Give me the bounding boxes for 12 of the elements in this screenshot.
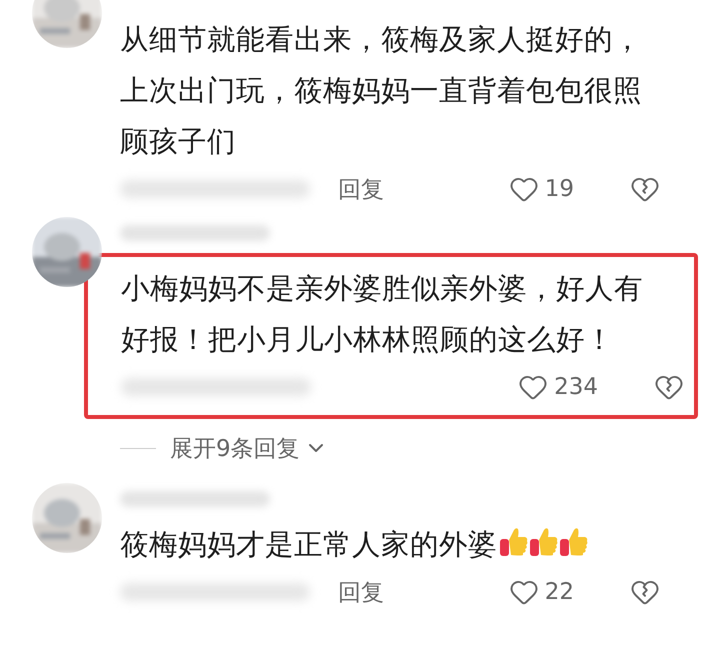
expand-replies-button[interactable]: 展开9条回复 (170, 432, 328, 464)
thumbs-up-icon (559, 526, 589, 558)
reply-link[interactable]: 回复 (338, 174, 384, 204)
reply-link[interactable]: 回复 (338, 576, 384, 608)
like-button[interactable]: 19 (508, 174, 574, 204)
like-button[interactable]: 22 (508, 577, 574, 607)
thumbs-up-icon (529, 526, 559, 558)
comment-text: 筱梅妈妈才是正常人家的外婆 (120, 519, 645, 570)
comment-text: 从细节就能看出来，筱梅及家人挺好的，上次出门玩，筱梅妈妈一直背着包包很照顾孩子们 (120, 22, 643, 160)
like-button[interactable]: 234 (518, 372, 598, 402)
thumbs-up-icon (499, 526, 529, 558)
comment-text: 小梅妈妈不是亲外婆胜似亲外婆，好人有好报！把小月儿小林林照顾的这么好！ (121, 271, 644, 358)
